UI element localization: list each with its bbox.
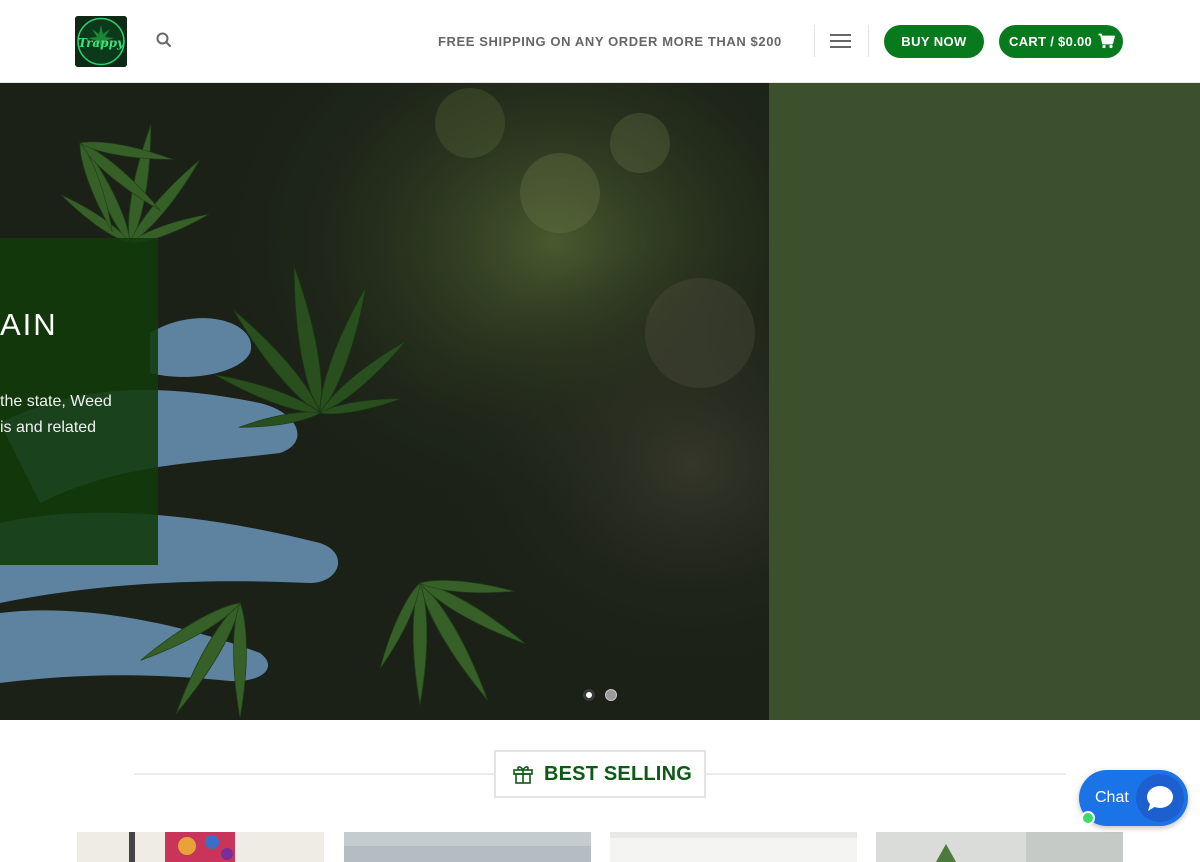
hero-description-line: is and related	[0, 419, 97, 436]
hamburger-line	[830, 46, 851, 48]
shopping-cart-icon	[1098, 33, 1115, 49]
section-title: BEST SELLING	[544, 762, 692, 785]
search-button[interactable]	[155, 31, 175, 51]
product-image	[876, 832, 1123, 862]
hero-description-line: the state, Weed	[0, 393, 112, 410]
hamburger-line	[830, 40, 851, 42]
cart-label: CART / $0.00	[1009, 34, 1093, 49]
free-shipping-notice: FREE SHIPPING ON ANY ORDER MORE THAN $20…	[438, 34, 782, 49]
buy-now-button[interactable]: BUY NOW	[884, 25, 984, 58]
gift-icon	[513, 766, 533, 784]
slider-pagination	[583, 689, 617, 701]
product-image	[77, 832, 324, 862]
hero-slider: AIN the state, Weed is and related	[0, 83, 769, 720]
logo-emblem: Trappy	[75, 16, 127, 67]
chat-bubble-icon	[1147, 786, 1173, 811]
chat-label: Chat	[1095, 789, 1129, 806]
best-selling-heading: BEST SELLING	[494, 750, 706, 798]
hero-title: AIN	[0, 307, 58, 342]
site-header: Trappy FREE SHIPPING ON ANY ORDER MORE T…	[0, 0, 1200, 83]
slider-dot-2[interactable]	[605, 689, 617, 701]
product-card[interactable]	[610, 832, 857, 862]
logo-wordmark: Trappy	[78, 36, 125, 50]
header-divider	[868, 25, 869, 57]
search-icon	[156, 32, 171, 47]
slider-dot-1[interactable]	[583, 689, 595, 701]
chat-bubble-container	[1136, 774, 1184, 822]
product-card[interactable]	[77, 832, 324, 862]
menu-button[interactable]	[830, 33, 852, 49]
product-card[interactable]	[876, 832, 1123, 862]
header-divider	[814, 25, 815, 57]
product-card[interactable]	[344, 832, 591, 862]
chat-online-indicator	[1081, 811, 1095, 825]
cart-button[interactable]: CART / $0.00	[999, 25, 1123, 58]
hamburger-menu-icon	[830, 34, 851, 36]
chat-widget-button[interactable]: Chat	[1079, 770, 1188, 826]
site-logo[interactable]: Trappy	[75, 16, 127, 67]
hero-side-panel	[769, 83, 1200, 720]
product-image	[610, 832, 857, 862]
product-image	[344, 832, 591, 862]
